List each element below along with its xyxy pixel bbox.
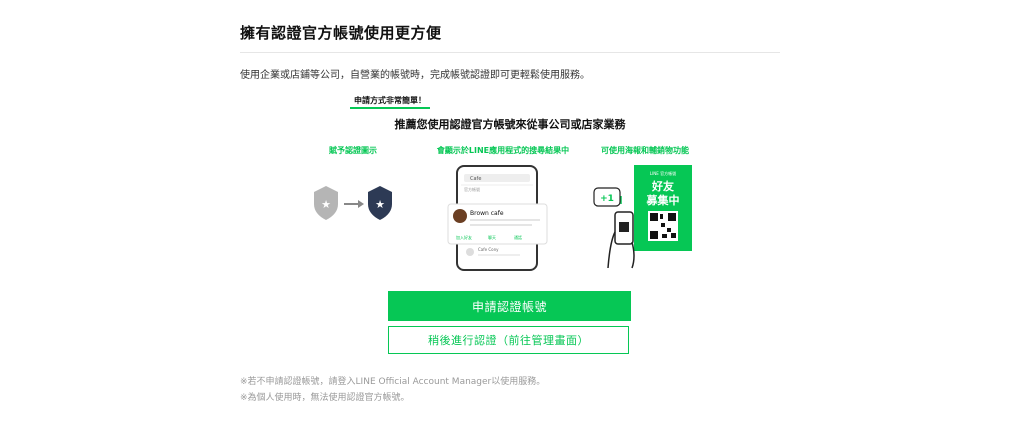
- phone-search-text: Cafe: [470, 176, 481, 182]
- card-name: Brown cafe: [470, 210, 504, 217]
- phone-second-name: Cafe Cony: [478, 247, 499, 252]
- friend-poster: LINE 官方帳號 好友 募集中: [634, 165, 692, 251]
- card-action-add: 加入好友: [456, 234, 472, 240]
- verification-panel: 擁有認證官方帳號使用更方便 使用企業或店鋪等公司，自營業的帳號時，完成帳號認證即…: [240, 0, 780, 428]
- arrow-right-icon: [344, 200, 364, 208]
- feature-artwork: ★ ★ Cafe 官方帳號 Cafe Cony Brown cafe 加入好友 …: [314, 165, 692, 271]
- plus-one-bubble: +1: [593, 187, 621, 207]
- apply-verification-button[interactable]: 申請認證帳號: [388, 291, 631, 321]
- verify-later-button[interactable]: 稍後進行認證（前往管理畫面）: [388, 326, 629, 354]
- poster-small-text: LINE 官方帳號: [650, 170, 676, 176]
- gray-badge-icon: ★: [314, 186, 338, 220]
- search-result-card: Brown cafe 加入好友 聊天 通話: [447, 203, 548, 245]
- note-personal-use: ※為個人使用時，無法使用認證官方帳號。: [240, 393, 410, 403]
- card-action-call: 通話: [514, 234, 522, 240]
- title-divider: [240, 52, 780, 53]
- note-not-applying: ※若不申請認證帳號，請登入LINE Official Account Manag…: [240, 377, 546, 387]
- poster-line1: 好友: [651, 179, 674, 193]
- description-text: 使用企業或店鋪等公司，自營業的帳號時，完成帳號認證即可更輕鬆使用服務。: [240, 70, 590, 81]
- card-action-chat: 聊天: [488, 234, 496, 240]
- svg-text:★: ★: [321, 198, 331, 211]
- navy-badge-icon: ★: [368, 186, 392, 220]
- phone-section-label: 官方帳號: [464, 186, 480, 192]
- promo-illustration: 申請方式非常簡單！ 推薦您使用認證官方帳號來從事公司或店家業務 賦予認證圖示 會…: [310, 92, 710, 272]
- svg-text:★: ★: [375, 198, 385, 211]
- plus-one-text: +1: [600, 194, 614, 204]
- page-title: 擁有認證官方帳號使用更方便: [240, 24, 442, 42]
- poster-line2: 募集中: [646, 193, 680, 207]
- hand-phone-icon: [607, 196, 635, 269]
